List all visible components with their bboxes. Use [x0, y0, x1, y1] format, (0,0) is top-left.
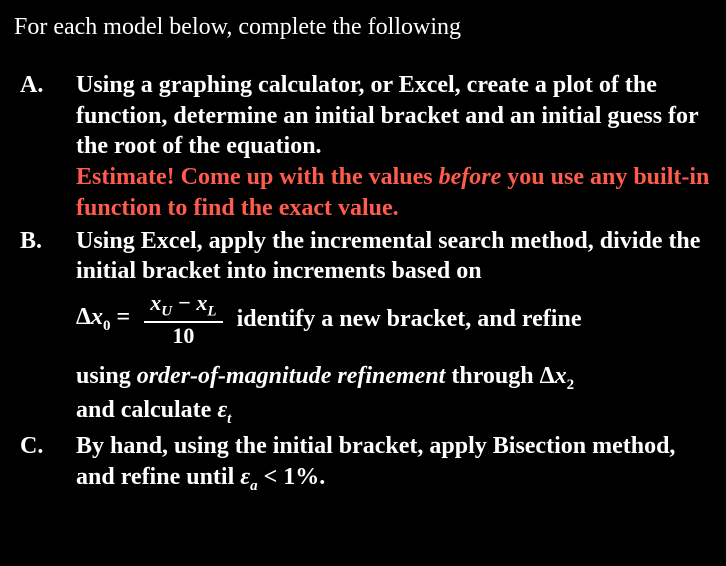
- spacer: [76, 351, 712, 361]
- num-sub2: L: [207, 303, 216, 319]
- item-a-warning: Estimate! Come up with the values before…: [76, 164, 709, 221]
- item-b-line2-pre: using: [76, 363, 137, 389]
- formula-delta: Δ: [76, 304, 91, 330]
- formula-numerator: xU − xL: [144, 291, 222, 323]
- dx2-sub: 2: [567, 377, 575, 393]
- list-marker-a: A.: [14, 70, 76, 101]
- item-b-text1: Using Excel, apply the incremental searc…: [76, 228, 700, 285]
- item-c-text-pre: By hand, using the initial bracket, appl…: [76, 433, 675, 490]
- item-a-text: Using a graphing calculator, or Excel, c…: [76, 72, 698, 159]
- list-item-c: C. By hand, using the initial bracket, a…: [14, 431, 712, 496]
- dx2-delta: Δ: [540, 363, 555, 389]
- intro-text: For each model below, complete the follo…: [14, 12, 712, 42]
- item-a-warn-prefix: Estimate! Come up with the values: [76, 164, 439, 190]
- eps-c-sub: a: [250, 478, 258, 494]
- item-a-warn-emph: before: [439, 164, 502, 190]
- eps-c: ε: [240, 464, 250, 490]
- list-marker-b: B.: [14, 226, 76, 257]
- list-marker-c: C.: [14, 431, 76, 462]
- dx2-x: x: [555, 363, 567, 389]
- num-x1: x: [150, 290, 161, 315]
- list-item-b: B. Using Excel, apply the incremental se…: [14, 226, 712, 430]
- list-body-c: By hand, using the initial bracket, appl…: [76, 431, 712, 496]
- formula-sub0: 0: [103, 318, 111, 334]
- formula-x: x: [91, 304, 103, 330]
- num-x2: x: [196, 290, 207, 315]
- eps-b-sub: t: [227, 411, 231, 427]
- item-b-line2-emph: order-of-magnitude refinement: [137, 363, 446, 389]
- item-b-formula-row: Δx0 = xU − xL 10 identify a new bracket,…: [76, 291, 712, 347]
- list-body-b: Using Excel, apply the incremental searc…: [76, 226, 712, 430]
- task-list: A. Using a graphing calculator, or Excel…: [14, 70, 712, 496]
- formula-lhs: Δx0 =: [76, 302, 130, 336]
- document-page: For each model below, complete the follo…: [0, 0, 726, 566]
- list-item-a: A. Using a graphing calculator, or Excel…: [14, 70, 712, 224]
- item-b-after-formula: identify a new bracket, and refine: [237, 304, 582, 335]
- item-b-line3-pre: and calculate: [76, 397, 217, 423]
- formula-eq: =: [111, 304, 131, 330]
- item-c-text-post: < 1%.: [258, 464, 326, 490]
- item-b-line2-mid: through: [445, 363, 539, 389]
- list-body-a: Using a graphing calculator, or Excel, c…: [76, 70, 712, 224]
- num-minus: −: [172, 290, 196, 315]
- formula-fraction: xU − xL 10: [144, 291, 222, 347]
- num-sub1: U: [161, 303, 172, 319]
- formula-denominator: 10: [172, 323, 194, 347]
- eps-b: ε: [217, 397, 227, 423]
